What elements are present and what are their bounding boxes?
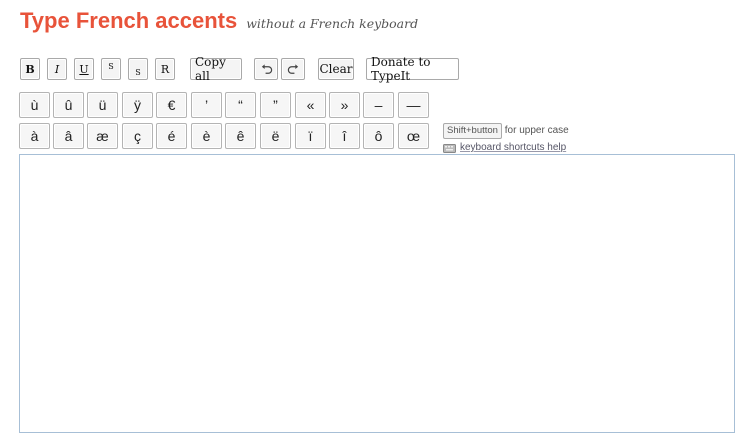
key-i-circumflex[interactable]: î <box>329 123 360 149</box>
redo-icon <box>287 63 298 74</box>
bold-button[interactable]: B <box>20 58 40 80</box>
subscript-label: S <box>135 67 141 77</box>
donate-button[interactable]: Donate to TypeIt <box>366 55 459 83</box>
key-i-diaeresis[interactable]: ï <box>295 123 326 149</box>
key-left-quote[interactable]: “ <box>225 92 256 118</box>
underline-button[interactable]: U <box>74 58 94 80</box>
keyboard-shortcuts-help-link[interactable]: keyboard shortcuts help <box>460 141 566 155</box>
key-e-diaeresis[interactable]: ë <box>260 123 291 149</box>
undo-button[interactable] <box>254 58 278 80</box>
subscript-button[interactable]: S <box>128 58 148 80</box>
reset-format-button[interactable]: R <box>155 58 175 80</box>
help-panel: Shift+button for upper case keyboard sho… <box>443 123 569 155</box>
superscript-label: S <box>108 61 114 71</box>
copy-all-button[interactable]: Copy all <box>190 55 242 83</box>
italic-button[interactable]: I <box>47 58 67 80</box>
text-editor[interactable] <box>19 154 735 433</box>
key-left-guillemet[interactable]: « <box>295 92 326 118</box>
key-e-circumflex[interactable]: ê <box>225 123 256 149</box>
key-right-guillemet[interactable]: » <box>329 92 360 118</box>
key-euro[interactable]: € <box>156 92 187 118</box>
key-ae-ligature[interactable]: æ <box>87 123 118 149</box>
key-a-circumflex[interactable]: â <box>53 123 84 149</box>
key-e-grave[interactable]: è <box>191 123 222 149</box>
shift-key-badge: Shift+button <box>443 123 502 139</box>
key-e-acute[interactable]: é <box>156 123 187 149</box>
page-subtitle: without a French keyboard <box>246 16 419 31</box>
key-apostrophe[interactable]: ’ <box>191 92 222 118</box>
key-o-circumflex[interactable]: ô <box>363 123 394 149</box>
undo-icon <box>261 63 272 74</box>
key-a-grave[interactable]: à <box>19 123 50 149</box>
key-y-diaeresis[interactable]: ÿ <box>122 92 153 118</box>
key-en-dash[interactable]: – <box>363 92 394 118</box>
superscript-button[interactable]: S <box>101 58 121 80</box>
redo-button[interactable] <box>281 58 305 80</box>
page-title: Type French accents <box>20 8 238 33</box>
key-em-dash[interactable]: — <box>398 92 429 118</box>
key-oe-ligature[interactable]: œ <box>398 123 429 149</box>
key-u-grave[interactable]: ù <box>19 92 50 118</box>
key-u-diaeresis[interactable]: ü <box>87 92 118 118</box>
page-header: Type French accents without a French key… <box>20 8 418 38</box>
clear-button[interactable]: Clear <box>318 58 354 80</box>
shift-hint: Shift+button for upper case <box>443 123 569 139</box>
key-u-circumflex[interactable]: û <box>53 92 84 118</box>
key-right-quote[interactable]: ” <box>260 92 291 118</box>
keyboard-icon <box>443 143 456 153</box>
shift-hint-text: for upper case <box>504 125 569 136</box>
key-c-cedilla[interactable]: ç <box>122 123 153 149</box>
